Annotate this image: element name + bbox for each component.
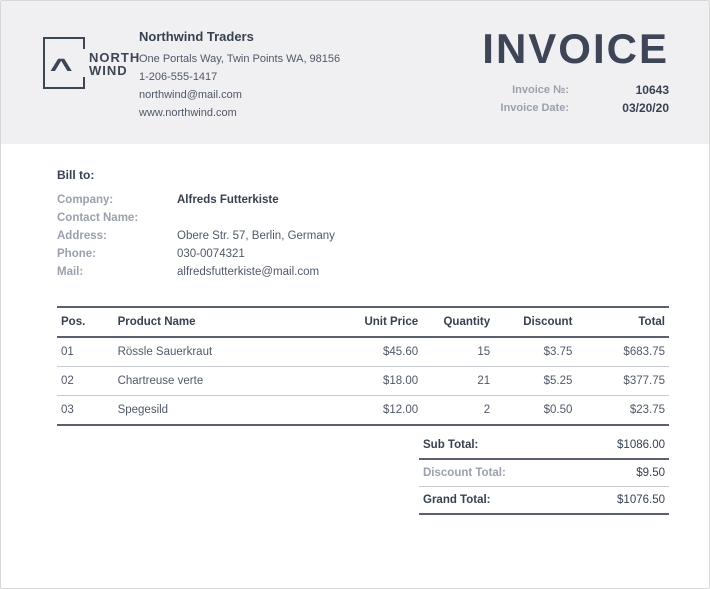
billto-company: Alfreds Futterkiste	[177, 194, 669, 206]
subtotal-value: $1086.00	[617, 439, 665, 451]
cell-total: $683.75	[576, 337, 669, 367]
billto-address-label: Address:	[57, 230, 177, 242]
header: ^ NORTH WIND Northwind Traders One Porta…	[1, 1, 709, 144]
items-table: Pos. Product Name Unit Price Quantity Di…	[57, 306, 669, 426]
invoice-page: ^ NORTH WIND Northwind Traders One Porta…	[0, 0, 710, 589]
company-address: One Portals Way, Twin Points WA, 98156	[139, 50, 340, 68]
invoice-date-label: Invoice Date:	[479, 99, 569, 117]
cell-discount: $0.50	[494, 396, 576, 426]
billto-grid: Company: Alfreds Futterkiste Contact Nam…	[57, 194, 669, 278]
northwind-logo: ^ NORTH WIND	[41, 31, 127, 103]
discount-label: Discount Total:	[423, 467, 506, 479]
billto-address: Obere Str. 57, Berlin, Germany	[177, 230, 669, 242]
grandtotal-row: Grand Total: $1076.50	[419, 487, 669, 515]
billto-contact-label: Contact Name:	[57, 212, 177, 224]
th-unit-price: Unit Price	[330, 307, 423, 337]
invoice-number-label: Invoice №:	[479, 81, 569, 99]
billto-company-label: Company:	[57, 194, 177, 206]
subtotal-label: Sub Total:	[423, 439, 478, 451]
cell-quantity: 2	[422, 396, 494, 426]
table-row: 01 Rössle Sauerkraut $45.60 15 $3.75 $68…	[57, 337, 669, 367]
billto-phone-label: Phone:	[57, 248, 177, 260]
invoice-number: 10643	[599, 81, 669, 99]
billto-contact	[177, 212, 669, 224]
cell-pos: 02	[57, 367, 114, 396]
invoice-meta: Invoice №: 10643 Invoice Date: 03/20/20	[479, 81, 669, 117]
cell-quantity: 21	[422, 367, 494, 396]
company-website: www.northwind.com	[139, 104, 340, 122]
company-email: northwind@mail.com	[139, 86, 340, 104]
cell-name: Spegesild	[114, 396, 330, 426]
cell-discount: $3.75	[494, 337, 576, 367]
billto-mail: alfredsfutterkiste@mail.com	[177, 266, 669, 278]
cell-name: Rössle Sauerkraut	[114, 337, 330, 367]
table-row: 02 Chartreuse verte $18.00 21 $5.25 $377…	[57, 367, 669, 396]
cell-pos: 01	[57, 337, 114, 367]
logo-text: NORTH WIND	[89, 51, 140, 77]
discount-row: Discount Total: $9.50	[419, 460, 669, 487]
header-right: INVOICE Invoice №: 10643 Invoice Date: 0…	[479, 29, 669, 122]
th-quantity: Quantity	[422, 307, 494, 337]
grandtotal-label: Grand Total:	[423, 494, 491, 506]
body: Bill to: Company: Alfreds Futterkiste Co…	[1, 144, 709, 525]
th-total: Total	[576, 307, 669, 337]
cell-unit-price: $12.00	[330, 396, 423, 426]
billto-mail-label: Mail:	[57, 266, 177, 278]
invoice-title: INVOICE	[479, 25, 669, 73]
table-row: 03 Spegesild $12.00 2 $0.50 $23.75	[57, 396, 669, 426]
company-name: Northwind Traders	[139, 29, 340, 44]
th-name: Product Name	[114, 307, 330, 337]
company-phone: 1-206-555-1417	[139, 68, 340, 86]
cell-discount: $5.25	[494, 367, 576, 396]
cell-quantity: 15	[422, 337, 494, 367]
cell-pos: 03	[57, 396, 114, 426]
invoice-date: 03/20/20	[599, 99, 669, 117]
company-block: Northwind Traders One Portals Way, Twin …	[139, 29, 340, 122]
cell-total: $23.75	[576, 396, 669, 426]
cell-unit-price: $45.60	[330, 337, 423, 367]
grandtotal-value: $1076.50	[617, 494, 665, 506]
table-header-row: Pos. Product Name Unit Price Quantity Di…	[57, 307, 669, 337]
header-left: ^ NORTH WIND Northwind Traders One Porta…	[41, 29, 340, 122]
discount-value: $9.50	[636, 467, 665, 479]
cell-name: Chartreuse verte	[114, 367, 330, 396]
logo-text-line2: WIND	[89, 64, 140, 77]
billto-title: Bill to:	[57, 168, 669, 182]
cell-total: $377.75	[576, 367, 669, 396]
th-discount: Discount	[494, 307, 576, 337]
cell-unit-price: $18.00	[330, 367, 423, 396]
subtotal-row: Sub Total: $1086.00	[419, 432, 669, 460]
th-pos: Pos.	[57, 307, 114, 337]
totals: Sub Total: $1086.00 Discount Total: $9.5…	[419, 432, 669, 515]
chevron-up-icon: ^	[50, 53, 73, 85]
billto-phone: 030-0074321	[177, 248, 669, 260]
